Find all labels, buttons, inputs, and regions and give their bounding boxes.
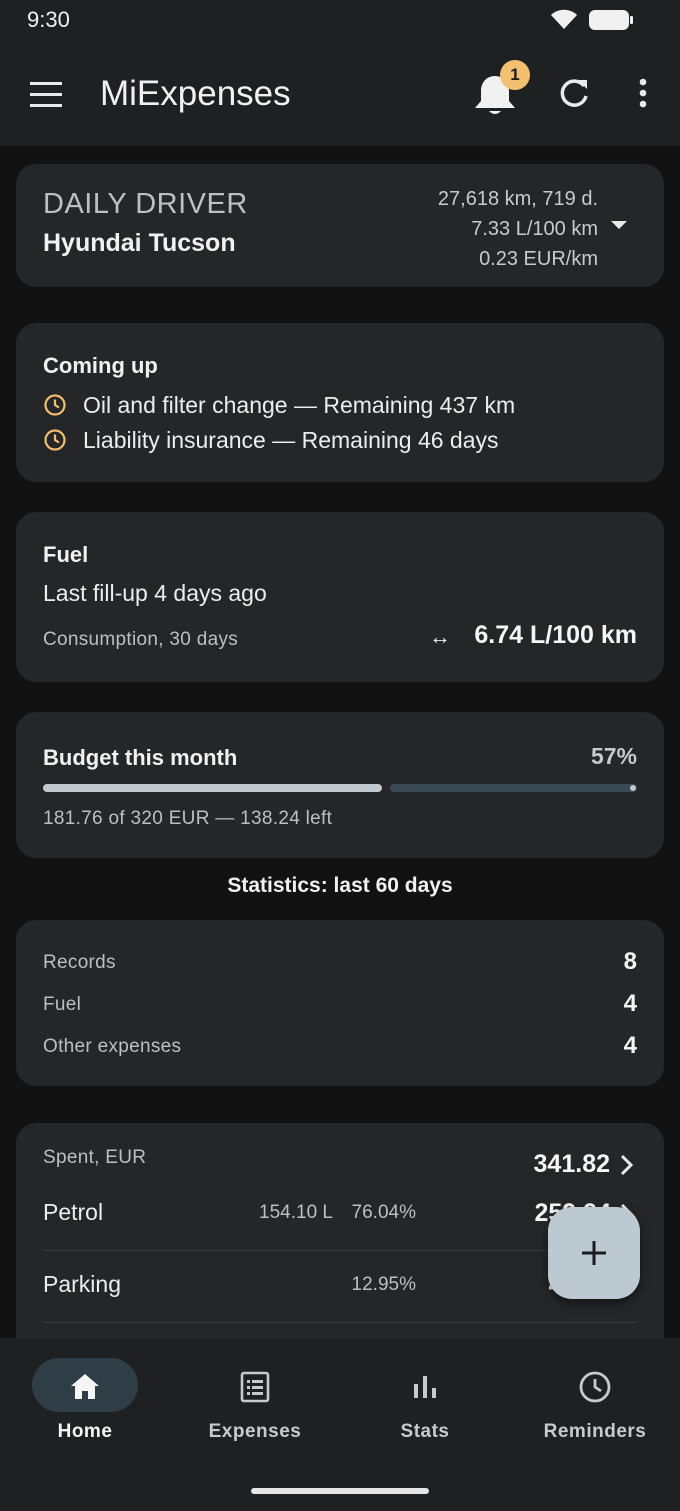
vehicle-consumption: 7.33 L/100 km (471, 218, 598, 240)
nav-label-stats: Stats (400, 1421, 450, 1442)
status-time: 9:30 (27, 7, 70, 32)
expense-percent: 76.04% (351, 1202, 416, 1223)
coming-up-card[interactable]: Coming up Oil and filter change — Remain… (16, 323, 664, 482)
clock-icon (44, 429, 66, 451)
list-icon (240, 1371, 270, 1403)
dropdown-arrow-icon[interactable] (610, 220, 628, 230)
budget-percent: 57% (590, 743, 637, 769)
nav-item-reminders[interactable]: Reminders (510, 1358, 680, 1448)
vehicle-card[interactable]: DAILY DRIVER Hyundai Tucson 27,618 km, 7… (16, 164, 664, 287)
budget-card[interactable]: Budget this month 57% 181.76 of 320 EUR … (16, 712, 664, 858)
coming-up-heading: Coming up (43, 353, 158, 378)
nav-item-home[interactable]: Home (0, 1358, 170, 1448)
expense-name: Parking (43, 1271, 121, 1297)
battery-icon (589, 10, 633, 30)
vehicle-distance: 27,618 km, 719 d. (437, 188, 598, 210)
nav-label-reminders: Reminders (543, 1421, 647, 1442)
nav-label-expenses: Expenses (208, 1421, 302, 1442)
vehicle-tag: DAILY DRIVER (43, 188, 248, 220)
count-label: Records (43, 952, 116, 973)
count-row: Other expenses 4 (43, 1032, 637, 1062)
count-row: Fuel 4 (43, 990, 637, 1020)
budget-summary: 181.76 of 320 EUR — 138.24 left (43, 808, 333, 829)
vehicle-cost-per-km: 0.23 EUR/km (479, 248, 598, 270)
fuel-card[interactable]: Fuel Last fill-up 4 days ago Consumption… (16, 512, 664, 682)
consumption-label: Consumption, 30 days (43, 629, 239, 650)
app-bar: MiExpenses 1 (0, 40, 680, 146)
reminder-text: Oil and filter change — Remaining 437 km (83, 391, 516, 418)
vehicle-stats: 27,618 km, 719 d. 7.33 L/100 km 0.23 EUR… (438, 184, 598, 274)
home-indicator[interactable] (251, 1488, 429, 1494)
budget-progress-fill (43, 784, 382, 792)
budget-heading: Budget this month (43, 745, 238, 770)
count-value: 8 (623, 948, 637, 975)
spent-total[interactable]: 341.82 (534, 1150, 610, 1179)
clock-icon (579, 1371, 611, 1403)
nav-label-home: Home (57, 1421, 113, 1442)
reminder-text: Liability insurance — Remaining 46 days (83, 426, 499, 453)
wifi-icon (551, 9, 577, 29)
notification-badge: 1 (500, 60, 530, 90)
count-value: 4 (623, 1032, 637, 1059)
consumption-value: 6.74 L/100 km (474, 621, 637, 649)
budget-progress-track (390, 784, 637, 792)
plus-icon (582, 1241, 606, 1265)
vehicle-name: Hyundai Tucson (43, 229, 236, 257)
app-title: MiExpenses (100, 74, 291, 113)
home-content[interactable]: DAILY DRIVER Hyundai Tucson 27,618 km, 7… (0, 146, 680, 1338)
status-bar: 9:30 (0, 0, 680, 40)
expense-percent: 12.95% (351, 1274, 416, 1295)
fuel-heading: Fuel (43, 542, 89, 567)
expense-name: Petrol (43, 1199, 104, 1225)
reminder-item[interactable]: Liability insurance — Remaining 46 days (43, 425, 499, 455)
budget-progress-end (630, 785, 636, 791)
count-label: Other expenses (43, 1036, 182, 1057)
count-label: Fuel (43, 994, 82, 1015)
refresh-icon[interactable] (556, 76, 592, 112)
horizontal-arrows-icon: ↔ (429, 624, 451, 649)
nav-item-expenses[interactable]: Expenses (170, 1358, 340, 1448)
bar-chart-icon (414, 1376, 436, 1398)
spent-label: Spent, EUR (43, 1147, 147, 1168)
home-icon (71, 1374, 99, 1399)
chevron-right-icon[interactable] (620, 1154, 634, 1176)
statistics-title: Statistics: last 60 days (227, 874, 453, 897)
expense-liters: 154.10 L (259, 1202, 333, 1223)
add-expense-fab[interactable] (548, 1207, 640, 1299)
bottom-navigation: Home Expenses Stats Reminders (0, 1338, 680, 1511)
budget-progress-bar (43, 784, 637, 792)
count-value: 4 (623, 990, 637, 1017)
last-fill-up: Last fill-up 4 days ago (43, 580, 267, 606)
menu-icon[interactable] (28, 80, 64, 110)
counts-card: Records 8 Fuel 4 Other expenses 4 (16, 920, 664, 1086)
count-row: Records 8 (43, 948, 637, 978)
nav-item-stats[interactable]: Stats (340, 1358, 510, 1448)
reminder-item[interactable]: Oil and filter change — Remaining 437 km (43, 390, 515, 420)
more-vert-icon[interactable] (636, 78, 650, 110)
clock-icon (44, 394, 66, 416)
